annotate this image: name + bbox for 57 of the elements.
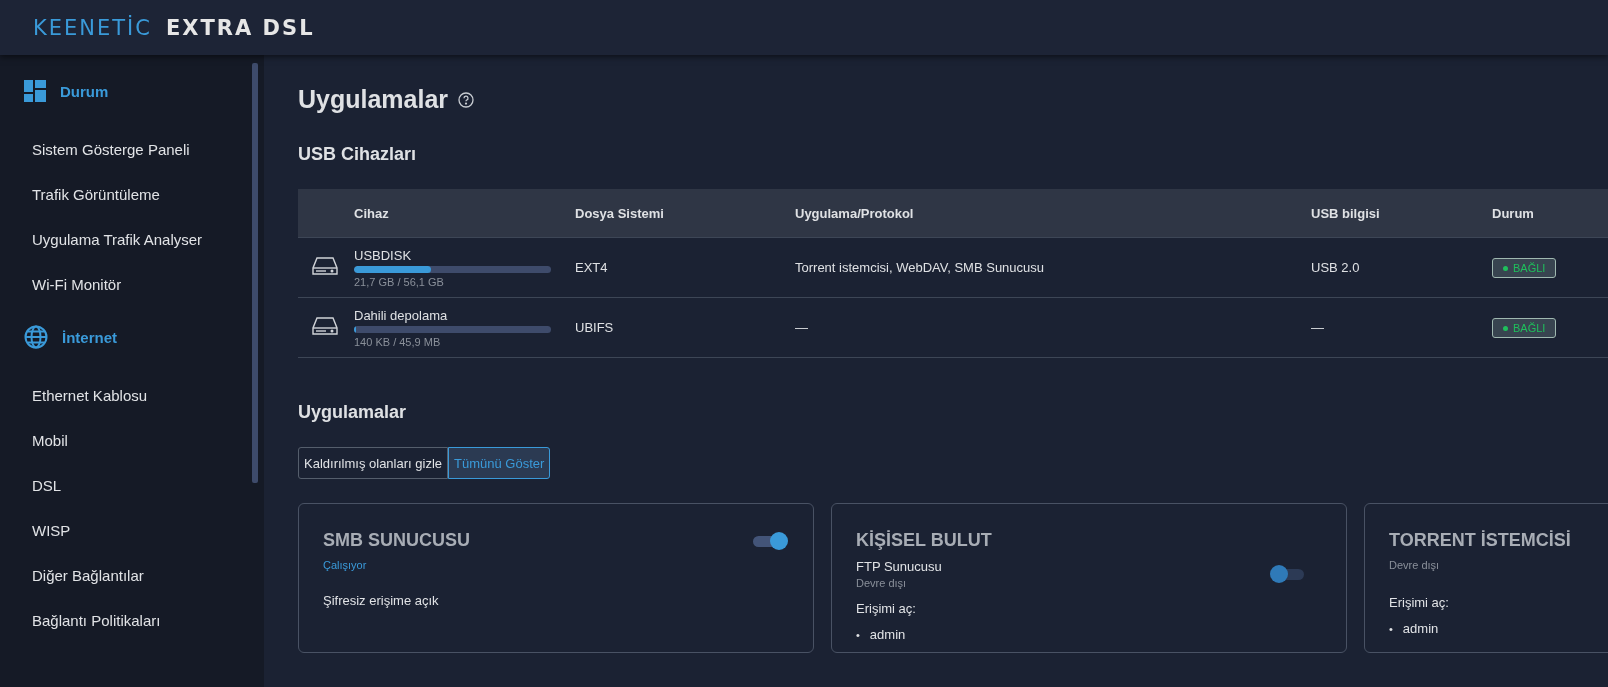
table-cell-text: —: [1311, 320, 1325, 335]
column-header: USB bilgisi: [1311, 205, 1381, 221]
card-status: Çalışıyor: [323, 559, 368, 571]
service-status: Devre dışı: [856, 577, 908, 589]
table-cell-text: EXT4: [575, 260, 609, 275]
status-badge: BAĞLI: [1492, 318, 1557, 339]
scrollbar-thumb[interactable]: [252, 63, 258, 483]
card-title: KİŞİSEL BULUT: [856, 530, 992, 551]
column-header: Durum: [1492, 205, 1535, 221]
globe-icon: [24, 325, 48, 349]
sidebar-item[interactable]: Wi-Fi Monitör: [0, 262, 252, 307]
sidebar-item[interactable]: Diğer Bağlantılar: [0, 553, 252, 598]
user-item: admin: [869, 627, 906, 643]
table-cell-text: —: [795, 320, 809, 335]
column-header: Cihaz: [354, 205, 390, 221]
sidebar-item[interactable]: Sistem Gösterge Paneli: [0, 127, 252, 172]
column-header: Uygulama/Protokol: [795, 205, 915, 221]
status-badge: BAĞLI: [1492, 258, 1557, 279]
brand-logo-text: EXTRA DSL: [166, 15, 315, 40]
sidebar-item[interactable]: Ethernet Kablosu: [0, 373, 252, 418]
card-status: Devre dışı: [1389, 559, 1441, 571]
card-title: TORRENT İSTEMCİSİ: [1389, 530, 1571, 551]
table-cell-text: UBIFS: [575, 320, 615, 335]
sidebar-item[interactable]: WISP: [0, 508, 252, 553]
section-title: Uygulamalar: [298, 402, 408, 423]
card-title: SMB SUNUCUSU: [323, 530, 470, 551]
table-cell-text: Torrent istemcisi, WebDAV, SMB Sunucusu: [795, 260, 1046, 275]
user-item: admin: [1402, 621, 1439, 637]
filter-button[interactable]: Kaldırılmış olanları gizle: [298, 447, 448, 479]
access-label: Erişimi aç:: [856, 601, 916, 616]
toggle-switch[interactable]: [751, 530, 789, 551]
column-header: Dosya Sistemi: [575, 205, 665, 221]
device-name: Dahili depolama: [354, 307, 449, 323]
list-bullet: •: [856, 628, 860, 643]
service-name: FTP Sunucusu: [856, 559, 942, 574]
sidebar-item[interactable]: DSL: [0, 463, 252, 508]
section-title: USB Cihazları: [298, 144, 418, 165]
usage-text: 21,7 GB / 56,1 GB: [354, 275, 445, 288]
sidebar-item[interactable]: Mobil: [0, 418, 252, 463]
access-label: Erişimi aç:: [1389, 595, 1449, 610]
drive-icon: [312, 255, 338, 276]
usage-text: 140 KB / 45,9 MB: [354, 335, 442, 348]
page-title: Uygulamalar: [298, 85, 449, 114]
sidebar-section-title[interactable]: İnternet: [62, 328, 117, 346]
help-icon[interactable]: [458, 91, 475, 108]
filter-button[interactable]: Tümünü Göster: [448, 447, 551, 479]
sidebar-item[interactable]: Bağlantı Politikaları: [0, 598, 252, 643]
sidebar-section-title[interactable]: Durum: [60, 82, 109, 100]
card-text: Şifresiz erişime açık: [323, 593, 440, 608]
device-name: USBDISK: [354, 247, 413, 263]
sidebar-item[interactable]: Uygulama Trafik Analyser: [0, 217, 252, 262]
list-bullet: •: [1389, 622, 1393, 637]
table-cell-text: USB 2.0: [1311, 260, 1361, 275]
drive-icon: [312, 315, 338, 336]
dashboard-icon: [24, 80, 46, 102]
sidebar-item[interactable]: Trafik Görüntüleme: [0, 172, 252, 217]
brand-logo-text: KEENETİC: [33, 15, 152, 40]
